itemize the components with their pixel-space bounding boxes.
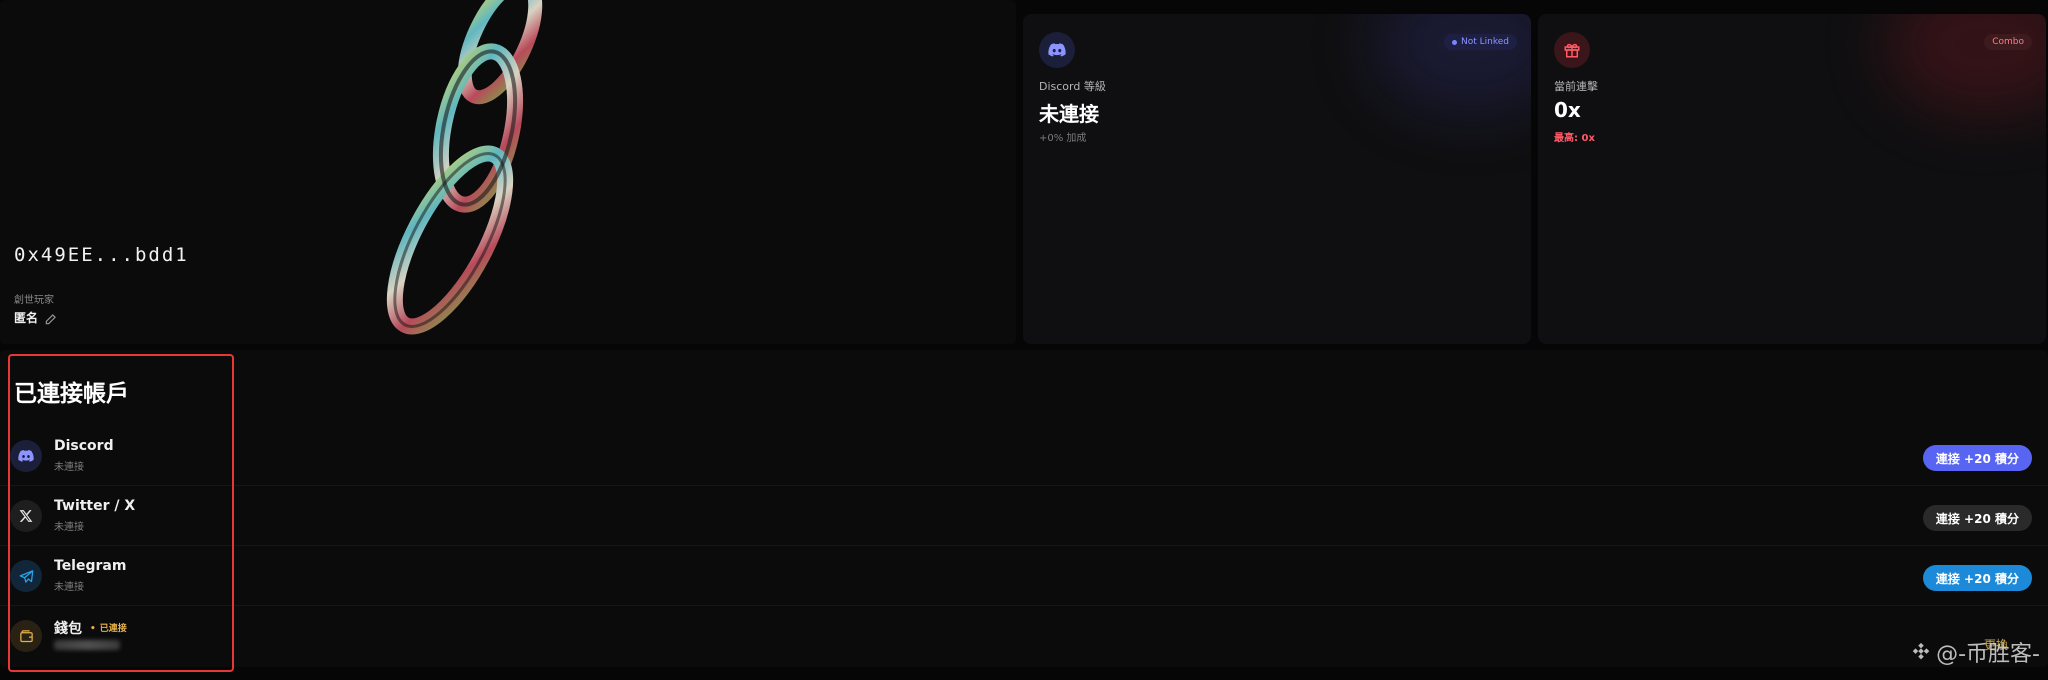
account-status: 未連接 (54, 582, 84, 593)
stat-label: Discord 等級 (1039, 80, 1106, 93)
badge-dot (1452, 39, 1457, 45)
account-name-row: 錢包已連接 (54, 618, 127, 638)
profile-name: 匿名 (14, 311, 39, 325)
combo-card: Combo 當前連擊 0x 最高: 0x (1538, 14, 2046, 344)
combo-badge-label: Combo (1992, 37, 2024, 47)
connect-twitter-button[interactable]: 連接 +20 積分 (1922, 505, 2032, 531)
card-glow (1371, 14, 1531, 114)
account-status: 未連接 (54, 462, 84, 473)
pencil-icon[interactable] (44, 311, 58, 325)
stat-value: 未連接 (1039, 102, 1099, 126)
account-row-discord: Discord 未連接 連接 +20 積分 (0, 426, 2048, 486)
discord-level-card: Not Linked Discord 等級 未連接 +0% 加成 (1023, 14, 1531, 344)
account-name: Discord (54, 438, 114, 454)
page-root: 0x49EE...bdd1 創世玩家 匿名 Not Linked Discord… (0, 0, 2048, 680)
discord-icon (1039, 32, 1075, 68)
account-name: Twitter / X (54, 498, 136, 514)
account-row-wallet: 錢包已連接 更換 (0, 606, 2048, 666)
stat-best: 最高: 0x (1554, 133, 1595, 144)
account-status: 未連接 (54, 522, 84, 533)
connected-accounts-panel: 已連接帳戶 Discord 未連接 連接 +20 積分 Twitter / X … (0, 350, 2048, 667)
chain-artwork (386, 0, 543, 335)
watermark-text: @-币胜客- (1936, 642, 2040, 667)
wallet-icon (10, 620, 42, 652)
account-name: 錢包 (54, 621, 82, 637)
connect-discord-button[interactable]: 連接 +20 積分 (1922, 445, 2032, 471)
connected-tag: 已連接 (90, 624, 127, 634)
account-name: Telegram (54, 558, 127, 574)
wallet-address: 0x49EE...bdd1 (14, 244, 189, 266)
combo-badge: Combo (1984, 34, 2032, 50)
telegram-icon (10, 560, 42, 592)
profile-card: 0x49EE...bdd1 創世玩家 匿名 (0, 0, 1016, 344)
redacted-wallet-address (54, 640, 120, 650)
profile-name-row: 匿名 (14, 309, 58, 326)
account-row-twitter: Twitter / X 未連接 連接 +20 積分 (0, 486, 2048, 546)
profile-role: 創世玩家 (14, 295, 54, 306)
watermark: @-币胜客- (1910, 636, 2040, 668)
x-icon (10, 500, 42, 532)
stat-bonus: +0% 加成 (1039, 133, 1087, 144)
connect-telegram-button[interactable]: 連接 +20 積分 (1922, 565, 2032, 591)
account-row-telegram: Telegram 未連接 連接 +20 積分 (0, 546, 2048, 606)
gift-icon (1554, 32, 1590, 68)
status-badge-label: Not Linked (1461, 37, 1509, 47)
status-badge: Not Linked (1444, 34, 1517, 50)
discord-icon (10, 440, 42, 472)
stat-value: 0x (1554, 98, 1581, 122)
stat-label: 當前連擊 (1554, 80, 1598, 93)
card-glow (1886, 14, 2046, 114)
section-title: 已連接帳戶 (14, 381, 129, 407)
binance-icon (1912, 642, 1930, 660)
